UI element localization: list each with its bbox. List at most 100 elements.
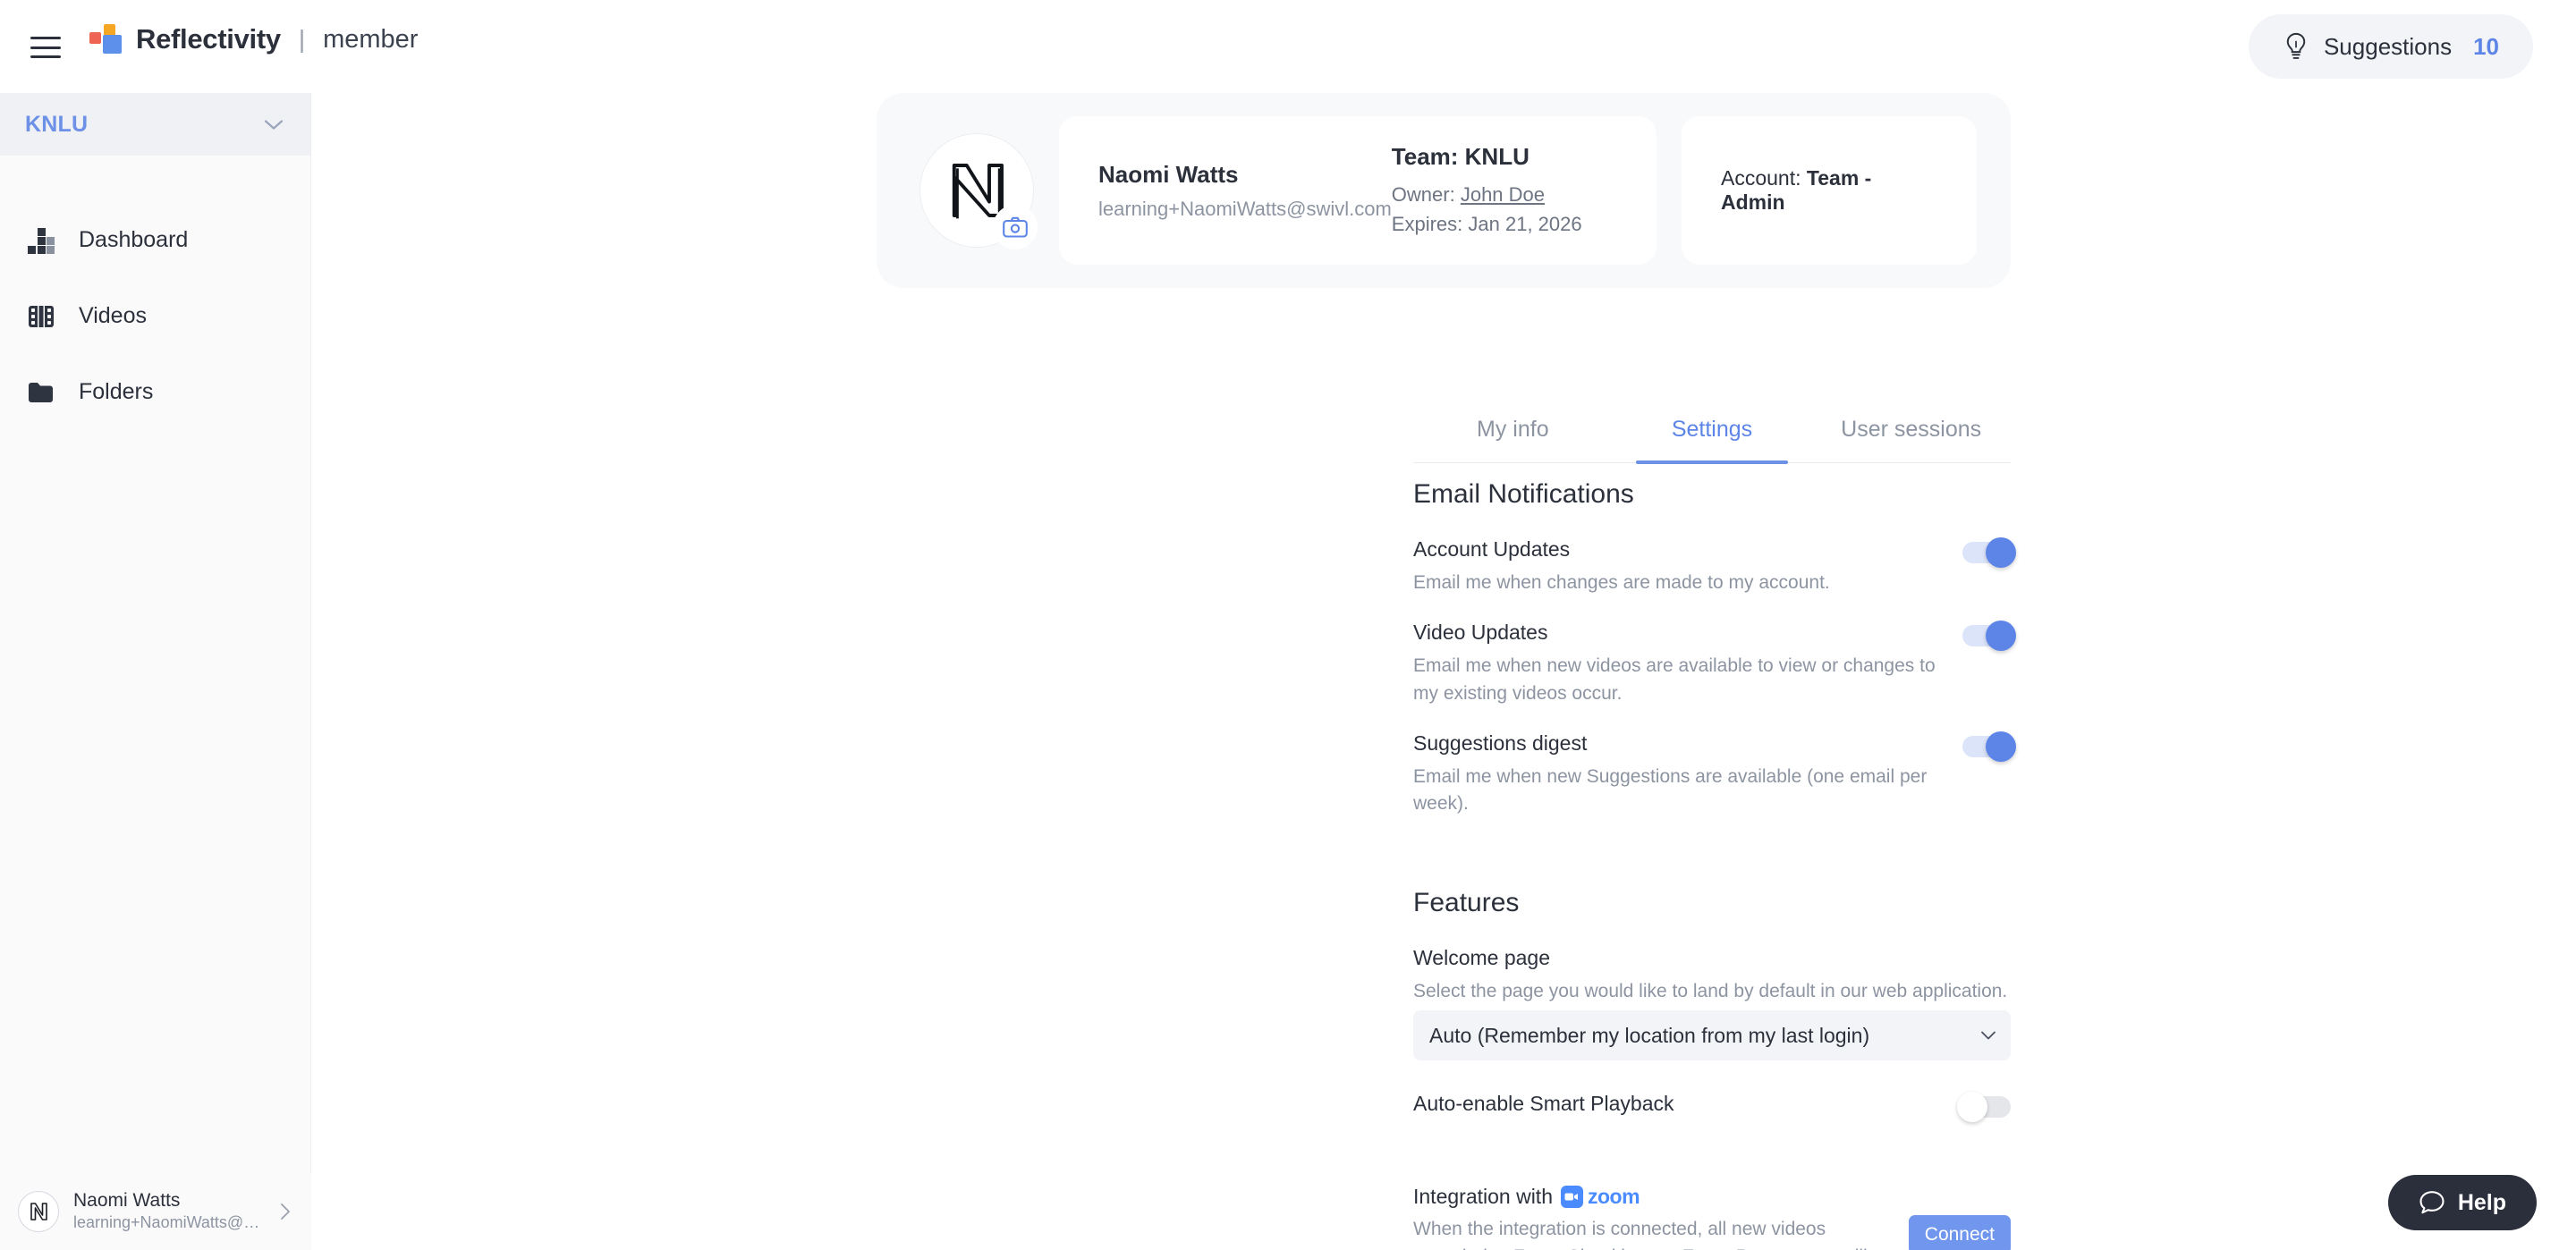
- sidebar-nav: Dashboard Videos Folders: [0, 156, 310, 430]
- welcome-page-select[interactable]: Auto (Remember my location from my last …: [1413, 1010, 2011, 1061]
- team-expires-row: Expires: Jan 21, 2026: [1392, 209, 1617, 239]
- sidebar-team-selector[interactable]: KNLU: [0, 93, 310, 156]
- zoom-video-icon: [1560, 1186, 1583, 1209]
- top-bar: Reflectivity | member Suggestions 10: [0, 0, 2576, 93]
- sidebar-team-name: KNLU: [25, 111, 89, 137]
- suggestions-label: Suggestions: [2323, 32, 2453, 60]
- team-info-block: Team: KNLU Owner: John Doe Expires: Jan …: [1392, 143, 1617, 239]
- sidebar-item-dashboard[interactable]: Dashboard: [0, 202, 310, 278]
- tab-user-sessions[interactable]: User sessions: [1811, 404, 2011, 462]
- settings-panel: Email Notifications Account Updates Emai…: [1413, 479, 2016, 1250]
- logo-square-red: [89, 32, 101, 44]
- account-line: Account: Team - Admin: [1721, 166, 1937, 215]
- avatar: [18, 1191, 59, 1232]
- team-owner-row: Owner: John Doe: [1392, 180, 1617, 209]
- profile-tabs: My info Settings User sessions: [1413, 404, 2011, 464]
- row-text: Auto-enable Smart Playback: [1413, 1091, 1962, 1124]
- sidebar-item-label: Videos: [79, 303, 147, 328]
- row-text: Integration with zoom When the integrati…: [1413, 1185, 1909, 1250]
- hamburger-line: [30, 37, 61, 39]
- zoom-integration-row: Integration with zoom When the integrati…: [1413, 1185, 2011, 1250]
- chevron-down-icon: [264, 119, 284, 130]
- suggestions-count-badge: 10: [2473, 32, 2499, 60]
- account-card: Account: Team - Admin: [1682, 116, 1977, 265]
- welcome-page-title: Welcome page: [1413, 945, 1550, 969]
- dashboard-icon: [27, 226, 55, 255]
- reflectivity-logo-icon: [89, 24, 122, 55]
- zoom-wordmark: zoom: [1587, 1185, 1640, 1209]
- row-title: Account Updates: [1413, 537, 1571, 561]
- row-title: Video Updates: [1413, 621, 1548, 645]
- sidebar-user-chip[interactable]: Naomi Watts learning+NaomiWatts@swi...: [0, 1173, 311, 1250]
- help-label: Help: [2457, 1189, 2506, 1215]
- identity-card: Naomi Watts learning+NaomiWatts@swivl.co…: [1059, 116, 1657, 265]
- row-title: Auto-enable Smart Playback: [1413, 1092, 1674, 1116]
- row-description: Email me when new videos are available t…: [1413, 655, 1936, 704]
- zoom-logo: zoom: [1560, 1185, 1640, 1209]
- sidebar-item-label: Dashboard: [79, 227, 189, 252]
- help-button[interactable]: Help: [2387, 1175, 2537, 1230]
- hamburger-line: [30, 55, 61, 58]
- suggestions-button[interactable]: Suggestions 10: [2248, 14, 2533, 79]
- account-label: Account:: [1721, 166, 1801, 190]
- main-content: Naomi Watts learning+NaomiWatts@swivl.co…: [311, 93, 2576, 1250]
- row-text: Video Updates Email me when new videos a…: [1413, 620, 1962, 707]
- zoom-integration-title: Integration with zoom: [1413, 1185, 1889, 1209]
- row-text: Account Updates Email me when changes ar…: [1413, 536, 1962, 596]
- chevron-right-icon: [281, 1204, 290, 1220]
- setting-row-video-updates: Video Updates Email me when new videos a…: [1413, 620, 2016, 731]
- setting-row-smart-playback: Auto-enable Smart Playback: [1413, 1091, 2011, 1147]
- film-strip-icon: [27, 302, 55, 331]
- team-title: Team: KNLU: [1391, 142, 1530, 170]
- change-avatar-button[interactable]: [993, 205, 1038, 249]
- camera-icon: [1003, 216, 1028, 238]
- chat-bubble-icon: [2419, 1191, 2445, 1214]
- profile-panel: Naomi Watts learning+NaomiWatts@swivl.co…: [877, 93, 2011, 288]
- sidebar-user-text: Naomi Watts learning+NaomiWatts@swi...: [73, 1189, 265, 1234]
- profile-avatar-wrap: [919, 133, 1038, 249]
- brand-subtitle: member: [323, 24, 419, 54]
- hamburger-line: [30, 46, 61, 49]
- user-identity-block: Naomi Watts learning+NaomiWatts@swivl.co…: [1098, 161, 1392, 221]
- folder-icon: [27, 378, 55, 407]
- brand-logo[interactable]: Reflectivity | member: [89, 23, 418, 55]
- team-owner-link[interactable]: John Doe: [1461, 183, 1545, 206]
- chevron-down-icon: [1981, 1031, 1996, 1040]
- welcome-page-setting: Welcome page Select the page you would l…: [1413, 945, 2011, 1061]
- sidebar-item-folders[interactable]: Folders: [0, 354, 310, 430]
- sidebar: KNLU Dashboard Videos Folders Naomi Watt…: [0, 93, 311, 1250]
- sidebar-item-label: Folders: [79, 379, 154, 404]
- hamburger-menu-icon[interactable]: [27, 34, 64, 61]
- sidebar-user-email: learning+NaomiWatts@swi...: [73, 1213, 265, 1232]
- row-title: Suggestions digest: [1413, 731, 1588, 756]
- welcome-page-description: Select the page you would like to land b…: [1413, 980, 2008, 1001]
- team-owner-label: Owner:: [1391, 182, 1455, 206]
- toggle-video-updates[interactable]: [1962, 621, 2016, 652]
- profile-email: learning+NaomiWatts@swivl.com: [1098, 197, 1392, 220]
- zoom-integration-title-prefix: Integration with: [1413, 1185, 1553, 1209]
- profile-name: Naomi Watts: [1098, 160, 1239, 188]
- tab-settings[interactable]: Settings: [1613, 404, 1812, 464]
- logo-square-blue: [103, 35, 122, 54]
- tab-my-info[interactable]: My info: [1413, 404, 1613, 462]
- lightbulb-icon: [2286, 32, 2306, 59]
- toggle-account-updates[interactable]: [1962, 537, 2016, 568]
- zoom-connect-button[interactable]: Connect: [1908, 1215, 2011, 1250]
- team-expires-value: Jan 21, 2026: [1468, 212, 1582, 235]
- team-expires-label: Expires:: [1391, 212, 1463, 235]
- email-notifications-title: Email Notifications: [1413, 479, 1634, 509]
- setting-row-suggestions-digest: Suggestions digest Email me when new Sug…: [1413, 731, 2016, 841]
- zoom-integration-description: When the integration is connected, all n…: [1413, 1219, 1868, 1250]
- features-title: Features: [1413, 887, 1520, 917]
- sidebar-user-name: Naomi Watts: [73, 1190, 181, 1212]
- brand-name: Reflectivity: [136, 23, 281, 55]
- toggle-smart-playback[interactable]: [1957, 1092, 2011, 1123]
- welcome-page-selected-value: Auto (Remember my location from my last …: [1429, 1023, 1870, 1047]
- brand-separator: |: [298, 25, 306, 53]
- row-description: Email me when new Suggestions are availa…: [1413, 765, 1928, 815]
- toggle-suggestions-digest[interactable]: [1962, 731, 2016, 763]
- row-description: Email me when changes are made to my acc…: [1413, 571, 1830, 593]
- sidebar-item-videos[interactable]: Videos: [0, 278, 310, 354]
- row-text: Suggestions digest Email me when new Sug…: [1413, 731, 1962, 818]
- setting-row-account-updates: Account Updates Email me when changes ar…: [1413, 536, 2016, 620]
